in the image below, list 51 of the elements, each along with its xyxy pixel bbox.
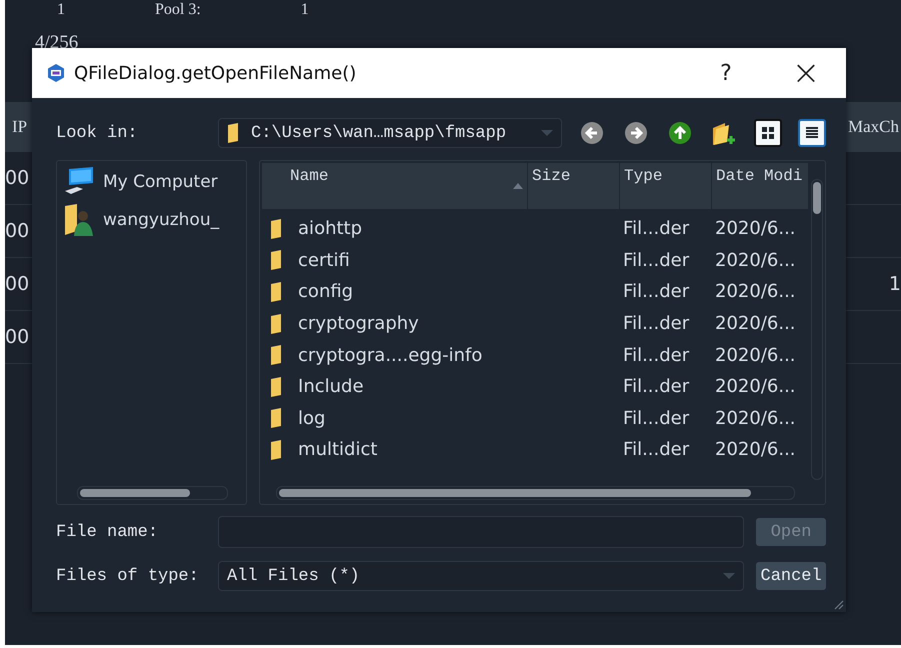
column-header[interactable]: Size <box>528 163 620 209</box>
sidebar-item[interactable]: My Computer <box>63 167 242 197</box>
icon-view-button[interactable] <box>754 119 782 147</box>
file-row[interactable]: config Fil...der 2020/6... <box>262 276 809 308</box>
file-row[interactable]: cryptography Fil...der 2020/6... <box>262 308 809 340</box>
file-name-label: File name: <box>56 522 160 542</box>
file-row[interactable]: log Fil...der 2020/6... <box>262 402 809 434</box>
folder-icon <box>227 123 241 143</box>
file-type-label: Files of type: <box>56 566 200 586</box>
look-in-dropdown[interactable]: C:\Users\wan…msapp\fmsapp <box>218 118 562 148</box>
caret-icon <box>541 130 553 136</box>
column-header[interactable]: Name <box>262 163 528 209</box>
window-title: QFileDialog.getOpenFileName() <box>74 62 358 84</box>
file-row[interactable]: aiohttp Fil...der 2020/6... <box>262 213 809 245</box>
look-in-label: Look in: <box>56 124 139 142</box>
vertical-scrollbar[interactable] <box>811 179 823 480</box>
column-header[interactable]: Type <box>620 163 712 209</box>
caret-icon <box>723 573 736 579</box>
close-button[interactable]: × <box>766 48 846 98</box>
background-text: 1 <box>57 1 65 20</box>
file-row[interactable]: Include Fil...der 2020/6... <box>262 370 809 403</box>
column-header[interactable]: Date Modi <box>712 163 809 209</box>
table-cell: 1 <box>888 273 901 295</box>
folder-plus-icon <box>711 120 737 146</box>
new-folder-button[interactable] <box>710 120 738 146</box>
table-cell: 00 <box>5 326 30 348</box>
background-text: Pool 3: <box>155 1 201 20</box>
list-icon <box>805 126 819 140</box>
file-name-field[interactable] <box>218 516 744 548</box>
table-cell: 00 <box>5 273 30 295</box>
horizontal-scrollbar[interactable] <box>77 486 228 500</box>
column-header: IP <box>12 117 28 137</box>
background-text: 4/256 <box>35 32 80 54</box>
file-row[interactable]: cryptogra....egg-info Fil...der 2020/6... <box>262 339 809 371</box>
up-button[interactable] <box>666 121 694 145</box>
detail-view-button[interactable] <box>798 119 826 147</box>
cancel-button[interactable]: Cancel <box>756 562 826 590</box>
sort-arrow-icon <box>513 183 524 189</box>
resize-grip-icon <box>832 598 844 610</box>
table-cell: 00 <box>5 167 30 189</box>
background-text: 1 <box>300 1 309 20</box>
file-row[interactable]: multidict Fil...der 2020/6... <box>262 434 809 466</box>
app-logo-icon <box>46 63 66 83</box>
column-header: MaxCh <box>848 117 899 137</box>
sidebar-item[interactable]: wangyuzhou_ <box>63 203 242 237</box>
table-cell: 00 <box>5 220 30 242</box>
file-type-dropdown[interactable]: All Files (*) <box>218 561 744 591</box>
help-button[interactable]: ? <box>686 48 766 98</box>
grid-icon <box>761 126 775 140</box>
horizontal-scrollbar[interactable] <box>276 486 795 500</box>
file-row[interactable]: certifi Fil...der 2020/6... <box>262 244 809 276</box>
